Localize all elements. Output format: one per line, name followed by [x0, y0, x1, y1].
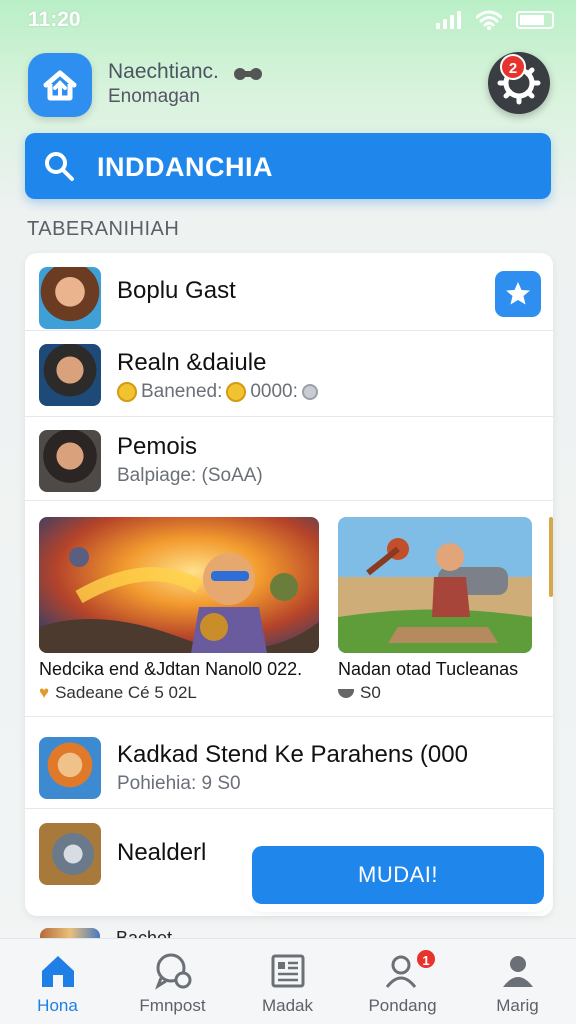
- nav-item-chat[interactable]: Fmnpost: [115, 939, 230, 1024]
- avatar: [39, 823, 101, 885]
- avatar: [39, 344, 101, 406]
- featured-gallery: Nedcika end &Jdtan Nanol0 022. ♥ Sadeane…: [25, 501, 553, 717]
- nav-item-profile[interactable]: Marig: [460, 939, 575, 1024]
- settings-button[interactable]: 2: [488, 52, 550, 114]
- featured-tile[interactable]: [338, 517, 532, 653]
- nav-label: Pondang: [368, 996, 437, 1015]
- row-title: Nealderl: [117, 839, 207, 866]
- row-title: Boplu Gast: [117, 277, 236, 304]
- content-card: Boplu Gast Realn &daiule Banened: 0000: …: [25, 253, 553, 916]
- list-item[interactable]: Pemois Balpiage: (SoAA): [25, 417, 553, 501]
- tile-subtitle: ♥ Sadeane Cé 5 02L: [39, 683, 197, 703]
- row-subtitle: Pohiehia: 9 S0: [117, 773, 241, 794]
- notification-badge: 2: [500, 54, 526, 80]
- signal-icon: [436, 11, 462, 29]
- tile-subtitle: S0: [338, 683, 381, 703]
- bottom-nav: Hona Fmnpost Madak 1 Pondang Marig: [0, 938, 576, 1024]
- tile-title: Nedcika end &Jdtan Nanol0 022.: [39, 659, 303, 679]
- nav-label: Madak: [261, 996, 314, 1015]
- row-title: Pemois: [117, 433, 198, 460]
- list-item[interactable]: Kadkad Stend Ke Parahens (000 Pohiehia: …: [25, 717, 553, 809]
- status-icons: [436, 10, 554, 30]
- tile-title: Nadan otad Tucleanas: [338, 659, 519, 679]
- coin-icon: [117, 382, 137, 402]
- coin-icon: [226, 382, 247, 402]
- tile-sub-text: S0: [360, 683, 381, 702]
- app-logo[interactable]: [28, 53, 92, 117]
- visibility-icon: [234, 68, 262, 80]
- nav-item-news[interactable]: Madak: [230, 939, 345, 1024]
- star-icon: [506, 282, 530, 305]
- list-item[interactable]: Realn &daiule Banened: 0000:: [25, 331, 553, 417]
- nav-badge: 1: [415, 948, 437, 970]
- chat-icon: [155, 953, 192, 990]
- status-bar: 11:20: [0, 0, 576, 40]
- search-icon: [45, 152, 74, 181]
- heart-icon: ♥: [39, 683, 50, 702]
- app-name: Naechtianc.: [108, 60, 219, 83]
- app-header: Naechtianc. Enomagan 2: [0, 48, 576, 120]
- nav-label: Marig: [496, 996, 539, 1015]
- battery-icon: [516, 11, 554, 29]
- row-subtitle: Banened: 0000:: [117, 381, 318, 403]
- featured-tile[interactable]: [39, 517, 319, 653]
- nav-item-friends[interactable]: 1 Pondang: [345, 939, 460, 1024]
- avatar: [39, 737, 101, 799]
- primary-action-button[interactable]: MUDAI!: [252, 846, 544, 904]
- scroll-indicator: [549, 517, 553, 597]
- favorite-button[interactable]: [495, 271, 541, 317]
- home-icon: [42, 956, 74, 987]
- app-subtitle: Enomagan: [108, 86, 200, 107]
- home-upload-icon: [43, 70, 77, 101]
- search-bar[interactable]: INDDANCHIA: [25, 133, 551, 199]
- game-art-image: [39, 517, 319, 653]
- search-label: INDDANCHIA: [97, 152, 273, 182]
- avatar: [39, 430, 101, 492]
- row-subtitle: Balpiage: (SoAA): [117, 465, 263, 486]
- row-sub-value: 0000:: [250, 381, 298, 402]
- news-icon: [271, 954, 305, 988]
- nav-label: Fmnpost: [139, 996, 206, 1015]
- coin-icon: [301, 384, 318, 400]
- game-art-image: [338, 517, 532, 653]
- row-title: Kadkad Stend Ke Parahens (000: [117, 741, 468, 768]
- section-title: TABERANIHIAH: [27, 218, 180, 240]
- status-time: 11:20: [28, 8, 81, 31]
- row-title: Realn &daiule: [117, 349, 267, 376]
- nav-item-home[interactable]: Hona: [0, 939, 115, 1024]
- profile-icon: [503, 956, 533, 987]
- avatar: [39, 267, 101, 329]
- bowl-icon: [338, 688, 354, 698]
- tile-sub-text: Sadeane Cé 5 02L: [55, 683, 197, 702]
- list-item[interactable]: Boplu Gast: [25, 253, 553, 331]
- nav-label: Hona: [37, 996, 78, 1015]
- row-sub-label: Banened:: [141, 381, 223, 402]
- wifi-icon: [476, 10, 502, 30]
